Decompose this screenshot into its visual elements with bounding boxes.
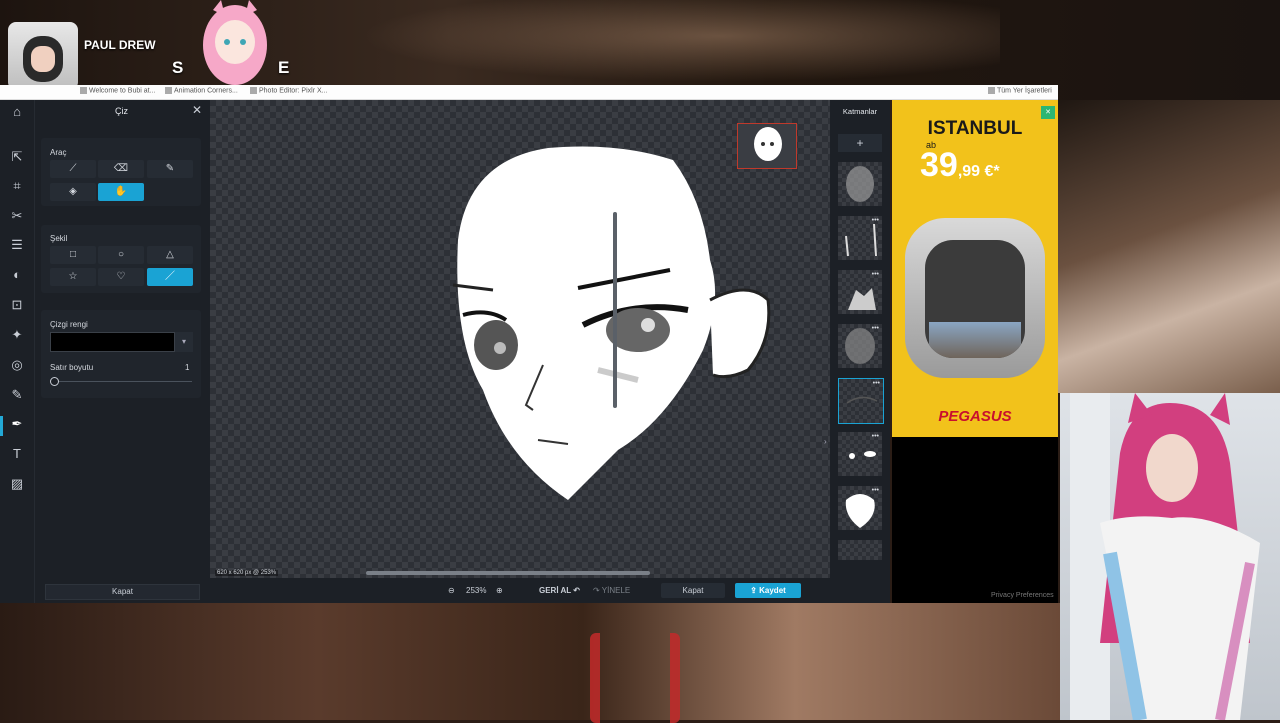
smudge-tool[interactable]: ✋ [98,183,144,201]
bookmark-item[interactable]: Photo Editor: Pixlr X... [250,87,327,94]
bookmark-item[interactable]: Animation Corners... [165,87,238,94]
line-color-swatch[interactable] [50,332,175,352]
panel-close-button[interactable]: Kapat [45,584,200,600]
crop-icon[interactable]: ⌗ [7,176,27,196]
filter-icon[interactable]: ◐ [7,265,27,285]
line-size-slider[interactable] [54,381,192,382]
draw-icon[interactable]: ✒ [7,414,27,434]
layer-item[interactable] [838,540,882,560]
bookmark-item[interactable]: Welcome to Bubi at... [80,87,155,94]
line-size-value: 1 [185,363,190,372]
all-bookmarks[interactable]: Tüm Yer İşaretleri [988,87,1052,94]
close-icon[interactable]: ✕ [192,103,202,117]
face-drawing [452,146,771,500]
pattern-icon[interactable]: ▨ [7,474,27,494]
home-icon[interactable]: ⌂ [7,102,27,122]
circle-shape[interactable]: ○ [98,246,144,264]
advertisement[interactable]: ISTANBUL ab 39,99 €* PEGASUS [892,100,1058,437]
redo-button[interactable]: ↷ YİNELE [593,586,630,595]
ad-blank-area [892,437,1058,603]
effect-icon[interactable]: ⊡ [7,295,27,315]
chevron-right-icon[interactable]: › [824,437,827,446]
privacy-preferences-link[interactable]: Privacy Preferences [991,592,1054,599]
active-tool-indicator [0,416,3,436]
ad-city: ISTANBUL [927,118,1023,139]
layer-item-selected[interactable]: ••• [838,378,884,424]
canvas-vertical-scrollbar[interactable] [613,212,617,408]
tool-rail: ⌂ ⇱ ⌗ ✂ ☰ ◐ ⊡ ✦ ◎ ✎ ✒ T ▨ [0,100,35,603]
layer-item[interactable]: ••• [838,324,882,368]
cutout-icon[interactable]: ✂ [7,206,27,226]
tools-label: Araç [50,148,67,157]
rectangle-shape[interactable]: □ [50,246,96,264]
ad-brand: PEGASUS [938,408,1012,425]
heart-shape[interactable]: ♡ [98,268,144,286]
line-shape[interactable]: ／ [147,268,193,286]
line-color-label: Çizgi rengi [50,320,88,329]
photo-editor: ⌂ ⇱ ⌗ ✂ ☰ ◐ ⊡ ✦ ◎ ✎ ✒ T ▨ Çiz ✕ Araç ⟋ ⌫… [0,100,890,603]
text-icon[interactable]: T [7,444,27,464]
retouch-icon[interactable]: ✦ [7,325,27,345]
arrange-icon[interactable]: ⇱ [7,147,27,167]
stream-background-bottom [0,603,1060,723]
layer-item[interactable]: ••• [838,486,882,530]
canvas-horizontal-scrollbar[interactable] [366,571,650,575]
anime-sticker [203,0,267,85]
layers-title: Katmanlar [842,107,878,116]
star-shape[interactable]: ☆ [50,268,96,286]
fill-tool[interactable]: ◈ [50,183,96,201]
zoom-level[interactable]: 253% [466,586,486,595]
brush-tool[interactable]: ✎ [147,160,193,178]
zoom-out-icon[interactable]: ⊖ [448,586,455,595]
webcam-feed [1060,393,1280,720]
zoom-in-icon[interactable]: ⊕ [496,586,503,595]
chevron-down-icon[interactable]: ▾ [175,332,193,352]
shape-label: Şekil [50,234,68,243]
bookmark-bar: Welcome to Bubi at... Animation Corners.… [0,85,1058,100]
airplane-window [905,218,1045,378]
save-button[interactable]: ⇪ Kaydet [735,583,801,598]
brush-icon[interactable]: ✎ [7,385,27,405]
line-size-label: Satır boyutu [50,363,94,372]
layers-panel: Katmanlar + ••• ••• ••• ••• ••• ••• [830,100,890,603]
overlay-text-left: S [172,58,185,77]
layer-item[interactable]: ••• [838,270,882,314]
pencil-tool[interactable]: ⟋ [50,160,96,178]
canvas[interactable]: 620 x 620 px @ 253% [210,100,830,578]
add-layer-button[interactable]: + [838,134,882,152]
undo-button[interactable]: GERİ AL ↶ [539,586,580,595]
liquify-icon[interactable]: ◎ [7,355,27,375]
adjust-icon[interactable]: ☰ [7,235,27,255]
canvas-size-info: 620 x 620 px @ 253% [215,570,279,576]
close-button[interactable]: Kapat [661,583,725,598]
layer-item[interactable] [838,162,882,206]
ad-close-icon[interactable]: ✕ [1041,106,1055,119]
layer-item[interactable]: ••• [838,432,882,476]
draw-panel: Çiz ✕ Araç ⟋ ⌫ ✎ ◈ ✋ Şekil □ ○ △ ☆ ♡ ／ Ç… [35,100,208,603]
eraser-tool[interactable]: ⌫ [98,160,144,178]
streamer-avatar [8,22,78,90]
ad-price: 39,99 €* [920,146,1000,184]
panel-title: Çiz [115,106,128,116]
line-size-slider-knob[interactable] [50,377,59,386]
streamer-name: PAUL DREW [84,38,156,52]
navigator-thumbnail[interactable] [737,123,797,169]
layer-item[interactable]: ••• [838,216,882,260]
triangle-shape[interactable]: △ [147,246,193,264]
bottom-toolbar: ⊖ 253% ⊕ GERİ AL ↶ ↷ YİNELE Kapat ⇪ Kayd… [210,578,890,603]
stream-background-right [1058,100,1280,393]
overlay-text-right: E [278,58,290,77]
